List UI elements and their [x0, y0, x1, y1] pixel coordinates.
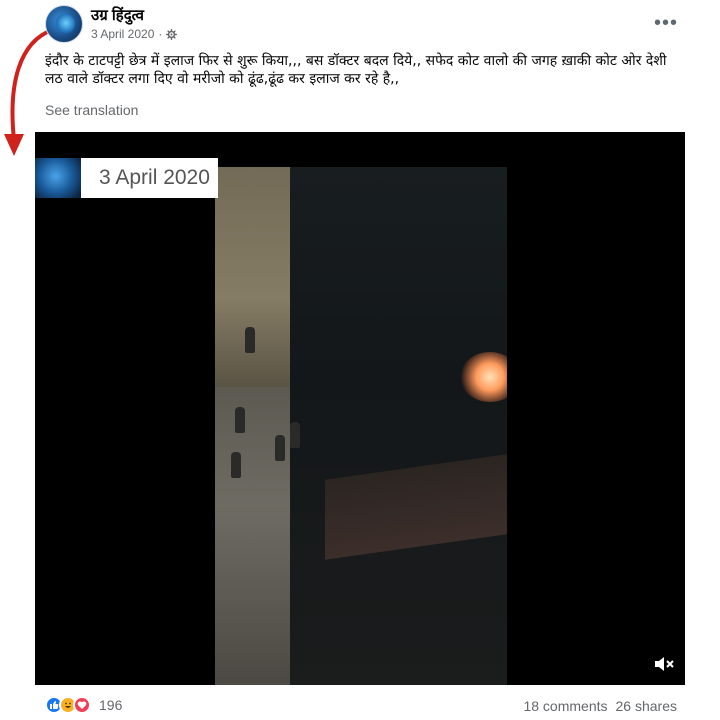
video-building — [290, 167, 507, 685]
see-translation-link[interactable]: See translation — [45, 102, 138, 118]
video-still — [215, 167, 507, 685]
gear-icon — [166, 28, 178, 40]
reaction-count: 196 — [99, 697, 123, 713]
video-wall — [215, 167, 295, 387]
video-date-stamp: 3 April 2020 — [35, 158, 218, 198]
post-meta: 3 April 2020 · — [91, 27, 178, 41]
engagement-counts: 18 comments 26 shares — [523, 698, 677, 714]
video-player[interactable]: 3 April 2020 — [35, 132, 685, 685]
speaker-muted-icon[interactable] — [653, 655, 675, 673]
video-person — [235, 407, 245, 433]
author-avatar[interactable] — [45, 5, 83, 43]
meta-separator: · — [158, 27, 163, 41]
stamp-date: 3 April 2020 — [99, 166, 210, 189]
love-icon — [73, 696, 91, 714]
reactions-summary[interactable]: 196 — [45, 696, 122, 714]
post-header: उग्र हिंदुत्व 3 April 2020 · — [45, 4, 178, 44]
stamp-avatar — [35, 158, 81, 198]
more-options-button[interactable]: ••• — [654, 12, 678, 35]
video-person — [290, 422, 300, 448]
comments-count[interactable]: 18 comments — [523, 698, 607, 714]
post-date[interactable]: 3 April 2020 — [91, 27, 154, 41]
post-text: इंदौर के टाटपट्टी छेत्र में इलाज फिर से … — [45, 53, 667, 87]
shares-count[interactable]: 26 shares — [616, 698, 677, 714]
header-text: उग्र हिंदुत्व 3 April 2020 · — [91, 7, 178, 41]
video-person — [275, 435, 285, 461]
video-person — [231, 452, 241, 478]
video-person — [245, 327, 255, 353]
author-name[interactable]: उग्र हिंदुत्व — [91, 7, 177, 25]
